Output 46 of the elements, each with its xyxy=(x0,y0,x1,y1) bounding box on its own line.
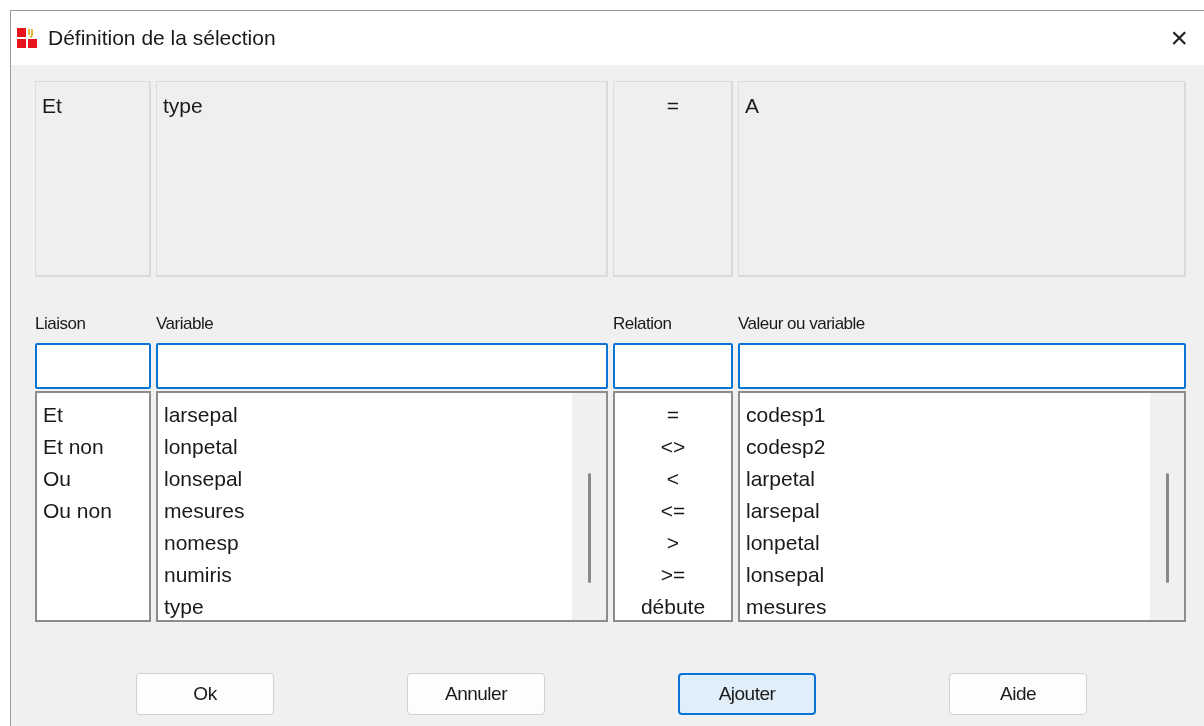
list-item[interactable]: <> xyxy=(660,431,686,463)
list-item[interactable]: larsepal xyxy=(746,495,820,527)
list-item[interactable]: Et non xyxy=(43,431,104,463)
list-item[interactable]: = xyxy=(666,399,680,431)
list-item[interactable]: Ou xyxy=(43,463,71,495)
list-item[interactable]: mesures xyxy=(164,495,245,527)
window-title: Définition de la sélection xyxy=(48,25,277,52)
criterion-cell: = xyxy=(613,81,733,277)
scrollbar[interactable] xyxy=(572,393,606,620)
list-item[interactable]: Ou non xyxy=(43,495,112,527)
list-item[interactable]: lonsepal xyxy=(164,463,243,495)
list-item[interactable]: nomesp xyxy=(164,527,239,559)
list-item[interactable]: type xyxy=(164,591,204,623)
list-item[interactable]: >= xyxy=(660,559,686,591)
list-item[interactable]: > xyxy=(666,527,680,559)
list-item[interactable]: Et xyxy=(43,399,63,431)
list-item[interactable]: larsepal xyxy=(164,399,238,431)
list-item[interactable]: mesures xyxy=(746,591,827,623)
dialog-button[interactable]: Aide xyxy=(949,673,1087,715)
column-label: Valeur ou variable xyxy=(738,313,866,335)
input-field[interactable] xyxy=(613,343,733,389)
app-logo-icon xyxy=(17,28,39,48)
input-field[interactable] xyxy=(156,343,608,389)
list-item[interactable]: larpetal xyxy=(746,463,815,495)
list-item[interactable]: débute xyxy=(640,591,706,623)
list-item[interactable]: <= xyxy=(660,495,686,527)
column-label: Relation xyxy=(613,313,673,335)
dialog-button[interactable]: Ajouter xyxy=(678,673,816,715)
column-label: Liaison xyxy=(35,313,87,335)
list-item[interactable]: numiris xyxy=(164,559,232,591)
dialog-button[interactable]: Annuler xyxy=(407,673,545,715)
scrollbar[interactable] xyxy=(1150,393,1184,620)
list-item[interactable]: < xyxy=(666,463,680,495)
column-label: Variable xyxy=(156,313,215,335)
list-item[interactable]: lonpetal xyxy=(164,431,238,463)
list-item[interactable]: lonsepal xyxy=(746,559,825,591)
criterion-cell: type xyxy=(156,81,608,277)
close-button[interactable]: × xyxy=(1164,23,1194,53)
criterion-cell: Et xyxy=(35,81,151,277)
dialog-button[interactable]: Ok xyxy=(136,673,274,715)
list-item[interactable]: lonpetal xyxy=(746,527,820,559)
list-item[interactable]: codesp1 xyxy=(746,399,826,431)
list-item[interactable]: codesp2 xyxy=(746,431,826,463)
criterion-cell: A xyxy=(738,81,1186,277)
input-field[interactable] xyxy=(738,343,1186,389)
input-field[interactable] xyxy=(35,343,151,389)
